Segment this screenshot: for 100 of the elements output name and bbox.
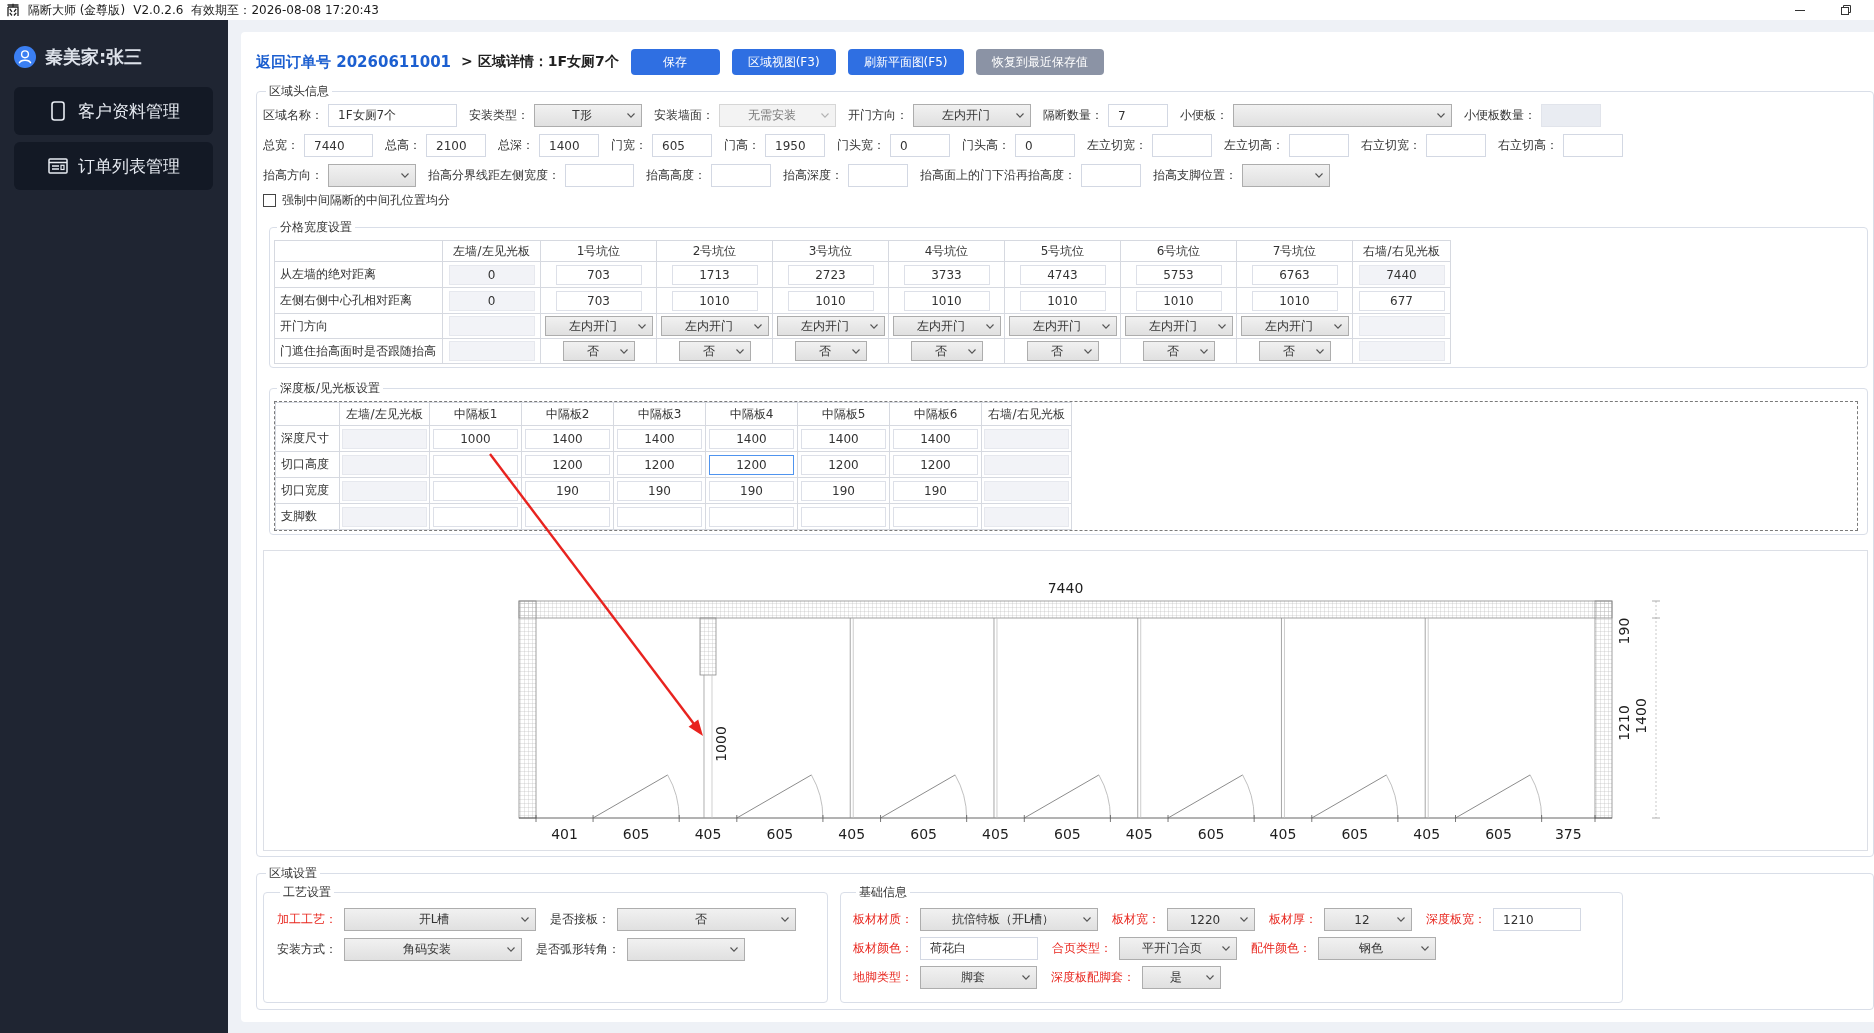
input-field[interactable]: 1400 — [617, 428, 702, 449]
input-field[interactable]: 0 — [890, 134, 950, 157]
input-field[interactable]: 1010 — [671, 290, 758, 311]
dropdown[interactable]: 否 — [1142, 341, 1215, 361]
input-field[interactable]: 190 — [801, 480, 886, 501]
restore-icon[interactable] — [1841, 5, 1851, 15]
checkbox[interactable] — [263, 193, 276, 207]
input-field[interactable]: 1400 — [539, 134, 599, 157]
input-field[interactable] — [984, 480, 1069, 501]
input-field[interactable] — [1426, 134, 1486, 157]
dropdown[interactable]: 左内开门 — [892, 316, 1001, 336]
input-field[interactable]: 荷花白 — [920, 937, 1038, 960]
input-field[interactable]: 190 — [617, 480, 702, 501]
input-field[interactable]: 1010 — [1251, 290, 1338, 311]
input-field[interactable]: 1010 — [1135, 290, 1222, 311]
save-button[interactable]: 保存 — [630, 49, 720, 75]
dropdown[interactable]: 否 — [617, 908, 796, 931]
region-view-button[interactable]: 区域视图(F3) — [731, 49, 836, 75]
input-field[interactable] — [565, 164, 634, 187]
input-field[interactable] — [984, 506, 1069, 527]
dropdown[interactable]: 左内开门 — [660, 316, 769, 336]
input-field[interactable]: 1713 — [671, 264, 758, 285]
input-field[interactable]: 1400 — [525, 428, 610, 449]
input-field[interactable]: 0 — [1015, 134, 1075, 157]
input-field[interactable]: 1200 — [709, 454, 794, 475]
dropdown[interactable]: 脚套 — [920, 966, 1037, 989]
input-field[interactable] — [1358, 341, 1445, 361]
input-field[interactable] — [801, 506, 886, 527]
input-field[interactable] — [1358, 316, 1445, 336]
dropdown[interactable] — [1233, 104, 1452, 127]
refresh-plan-button[interactable]: 刷新平面图(F5) — [847, 49, 964, 75]
input-field[interactable] — [1289, 134, 1349, 157]
input-field[interactable] — [525, 506, 610, 527]
dropdown[interactable]: T形 — [534, 104, 642, 127]
input-field[interactable]: 3733 — [903, 264, 990, 285]
dropdown[interactable]: 左内开门 — [544, 316, 653, 336]
input-field[interactable] — [448, 341, 535, 361]
dropdown[interactable]: 否 — [562, 341, 635, 361]
input-field[interactable] — [342, 428, 427, 449]
dropdown[interactable]: 否 — [910, 341, 983, 361]
input-field[interactable]: 0 — [448, 264, 535, 285]
input-field[interactable]: 0 — [448, 290, 535, 311]
dropdown[interactable] — [1242, 164, 1330, 187]
dropdown[interactable]: 平开门合页 — [1119, 937, 1237, 960]
dropdown[interactable]: 左内开门 — [1240, 316, 1349, 336]
nav-item[interactable]: 客户资料管理 — [14, 87, 213, 135]
input-field[interactable] — [433, 480, 518, 501]
input-field[interactable] — [709, 506, 794, 527]
input-field[interactable]: 1400 — [801, 428, 886, 449]
input-field[interactable]: 677 — [1358, 290, 1445, 311]
dropdown[interactable]: 钢色 — [1318, 937, 1436, 960]
input-field[interactable]: 190 — [525, 480, 610, 501]
dropdown[interactable]: 否 — [678, 341, 751, 361]
dropdown[interactable]: 抗倍特板（开L槽） — [920, 908, 1098, 931]
input-field[interactable] — [1152, 134, 1212, 157]
input-field[interactable] — [342, 480, 427, 501]
input-field[interactable]: 5753 — [1135, 264, 1222, 285]
input-field[interactable] — [342, 454, 427, 475]
input-field[interactable] — [848, 164, 908, 187]
input-field[interactable]: 1200 — [893, 454, 978, 475]
input-field[interactable]: 1010 — [787, 290, 874, 311]
input-field[interactable]: 703 — [555, 290, 642, 311]
input-field[interactable]: 7440 — [1358, 264, 1445, 285]
dropdown[interactable]: 是 — [1142, 966, 1221, 989]
input-field[interactable]: 190 — [709, 480, 794, 501]
input-field[interactable] — [433, 506, 518, 527]
dropdown[interactable] — [328, 164, 416, 187]
input-field[interactable]: 1200 — [801, 454, 886, 475]
input-field[interactable]: 703 — [555, 264, 642, 285]
input-field[interactable] — [893, 506, 978, 527]
dropdown[interactable]: 左内开门 — [1124, 316, 1233, 336]
input-field[interactable]: 6763 — [1251, 264, 1338, 285]
input-field[interactable]: 1010 — [903, 290, 990, 311]
input-field[interactable]: 1F女厕7个 — [328, 104, 457, 127]
dropdown[interactable]: 1220 — [1167, 908, 1255, 931]
input-field[interactable]: 1400 — [709, 428, 794, 449]
input-field[interactable]: 4743 — [1019, 264, 1106, 285]
input-field[interactable]: 1210 — [1493, 908, 1581, 931]
dropdown[interactable]: 12 — [1324, 908, 1412, 931]
dropdown[interactable]: 否 — [1026, 341, 1099, 361]
input-field[interactable] — [433, 454, 518, 475]
input-field[interactable] — [711, 164, 771, 187]
input-field[interactable] — [984, 428, 1069, 449]
dropdown[interactable]: 否 — [1258, 341, 1331, 361]
dropdown[interactable]: 左内开门 — [1008, 316, 1117, 336]
input-field[interactable] — [1563, 134, 1623, 157]
input-field[interactable]: 1400 — [893, 428, 978, 449]
input-field[interactable]: 605 — [652, 134, 712, 157]
input-field[interactable]: 7440 — [304, 134, 373, 157]
input-field[interactable]: 190 — [893, 480, 978, 501]
input-field[interactable] — [617, 506, 702, 527]
nav-item[interactable]: 订单列表管理 — [14, 142, 213, 190]
dropdown[interactable] — [627, 938, 745, 961]
input-field[interactable]: 2723 — [787, 264, 874, 285]
input-field[interactable] — [342, 506, 427, 527]
input-field[interactable] — [984, 454, 1069, 475]
input-field[interactable] — [1081, 164, 1141, 187]
input-field[interactable]: 1950 — [765, 134, 825, 157]
dropdown[interactable]: 角码安装 — [344, 938, 522, 961]
input-field[interactable]: 1000 — [433, 428, 518, 449]
